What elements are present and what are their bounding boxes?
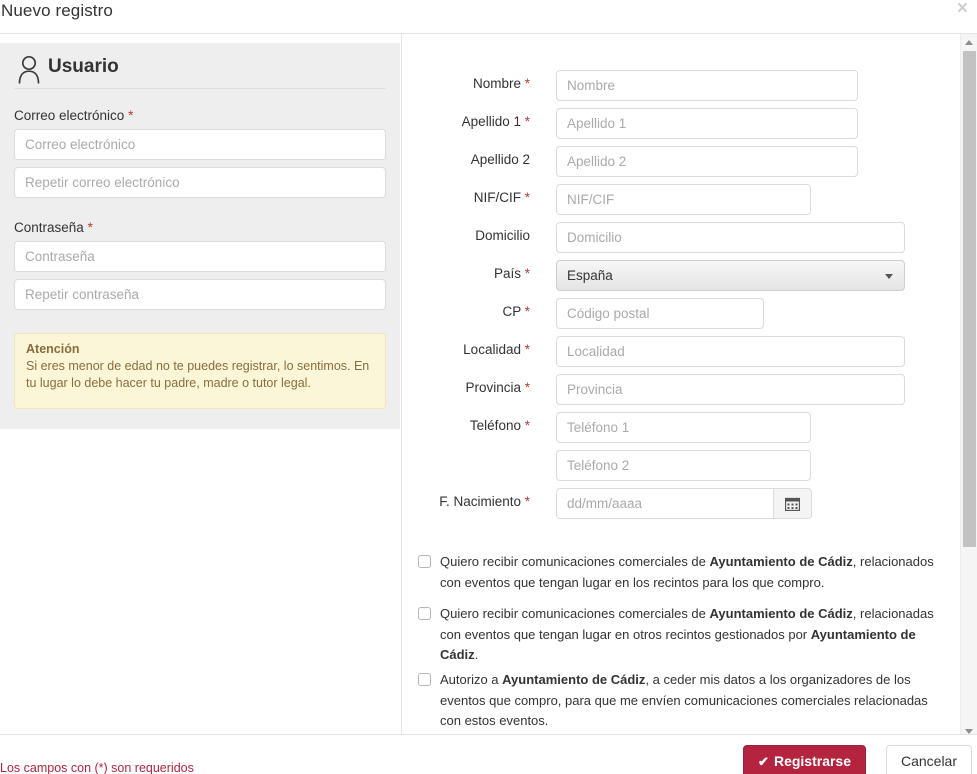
required-marker: * [128,108,133,123]
user-icon [14,54,44,84]
required-marker: * [88,220,93,235]
provincia-label: Provincia * [390,380,530,395]
apellido2-input[interactable] [556,146,858,177]
fecha-nacimiento-label: F. Nacimiento * [390,494,530,509]
close-icon[interactable]: × [957,0,968,20]
nif-cif-input[interactable] [556,184,811,215]
localidad-input[interactable] [556,336,905,367]
consent-text-3: Autorizo a Ayuntamiento de Cádiz, a cede… [440,670,946,732]
email-input[interactable] [14,129,386,160]
calendar-button[interactable] [774,488,812,519]
telefono2-input[interactable] [556,450,811,481]
domicilio-label: Domicilio [390,228,530,243]
page-title: Nuevo registro [1,0,113,24]
calendar-icon [785,497,800,511]
telefono1-input[interactable] [556,412,811,443]
scrollbar-thumb[interactable] [963,51,976,547]
localidad-label: Localidad * [390,342,530,357]
consent-text-2: Quiero recibir comunicaciones comerciale… [440,604,946,666]
email-repeat-input[interactable] [14,167,386,198]
apellido2-label: Apellido 2 [390,152,530,167]
provincia-input[interactable] [556,374,905,405]
new-registration-modal: Nuevo registro × Usuario Correo electrón… [0,0,977,774]
cp-label: CP * [390,304,530,319]
register-button[interactable]: ✔ Registrarse [743,745,866,774]
telefono-label: Teléfono * [390,418,530,433]
register-button-label: Registrarse [774,753,851,769]
consent-checkbox-2[interactable] [418,607,431,620]
warning-text: Si eres menor de edad no te puedes regis… [26,358,374,392]
nif-cif-label: NIF/CIF * [390,190,530,205]
nombre-input[interactable] [556,70,858,101]
user-section-header: Usuario [14,52,386,89]
consent-text-1: Quiero recibir comunicaciones comerciale… [440,552,946,593]
modal-body: Usuario Correo electrónico * Contraseña … [0,34,955,740]
user-account-panel: Usuario Correo electrónico * Contraseña … [0,43,400,429]
pais-selected-value: España [567,268,613,283]
domicilio-input[interactable] [556,222,905,253]
personal-data-panel: Nombre * Apellido 1 * Apellido 2 NIF/CIF… [402,34,955,740]
apellido1-label: Apellido 1 * [390,114,530,129]
pais-select[interactable]: España [556,260,905,291]
required-fields-note: Los campos con (*) son requeridos [0,761,194,774]
nombre-label: Nombre * [390,76,530,91]
modal-footer: Los campos con (*) son requeridos ✔ Regis… [0,734,977,774]
apellido1-input[interactable] [556,108,858,139]
check-icon: ✔ [758,754,769,769]
user-section-title: Usuario [48,56,119,78]
modal-header: Nuevo registro × [0,0,977,34]
consent-checkbox-3[interactable] [418,673,431,686]
warning-title: Atención [26,342,374,356]
password-label: Contraseña * [14,220,93,235]
password-repeat-input[interactable] [14,279,386,310]
cancel-button[interactable]: Cancelar [886,745,972,774]
cp-input[interactable] [556,298,764,329]
consent-checkbox-1[interactable] [418,555,431,568]
pais-label: País * [390,266,530,281]
chevron-down-icon [885,274,893,279]
fecha-nacimiento-input[interactable] [556,488,774,519]
age-warning-box: Atención Si eres menor de edad no te pue… [14,333,386,409]
password-input[interactable] [14,241,386,272]
vertical-scrollbar[interactable] [960,34,977,740]
email-label: Correo electrónico * [14,108,133,123]
scroll-up-arrow-icon[interactable] [965,40,973,45]
